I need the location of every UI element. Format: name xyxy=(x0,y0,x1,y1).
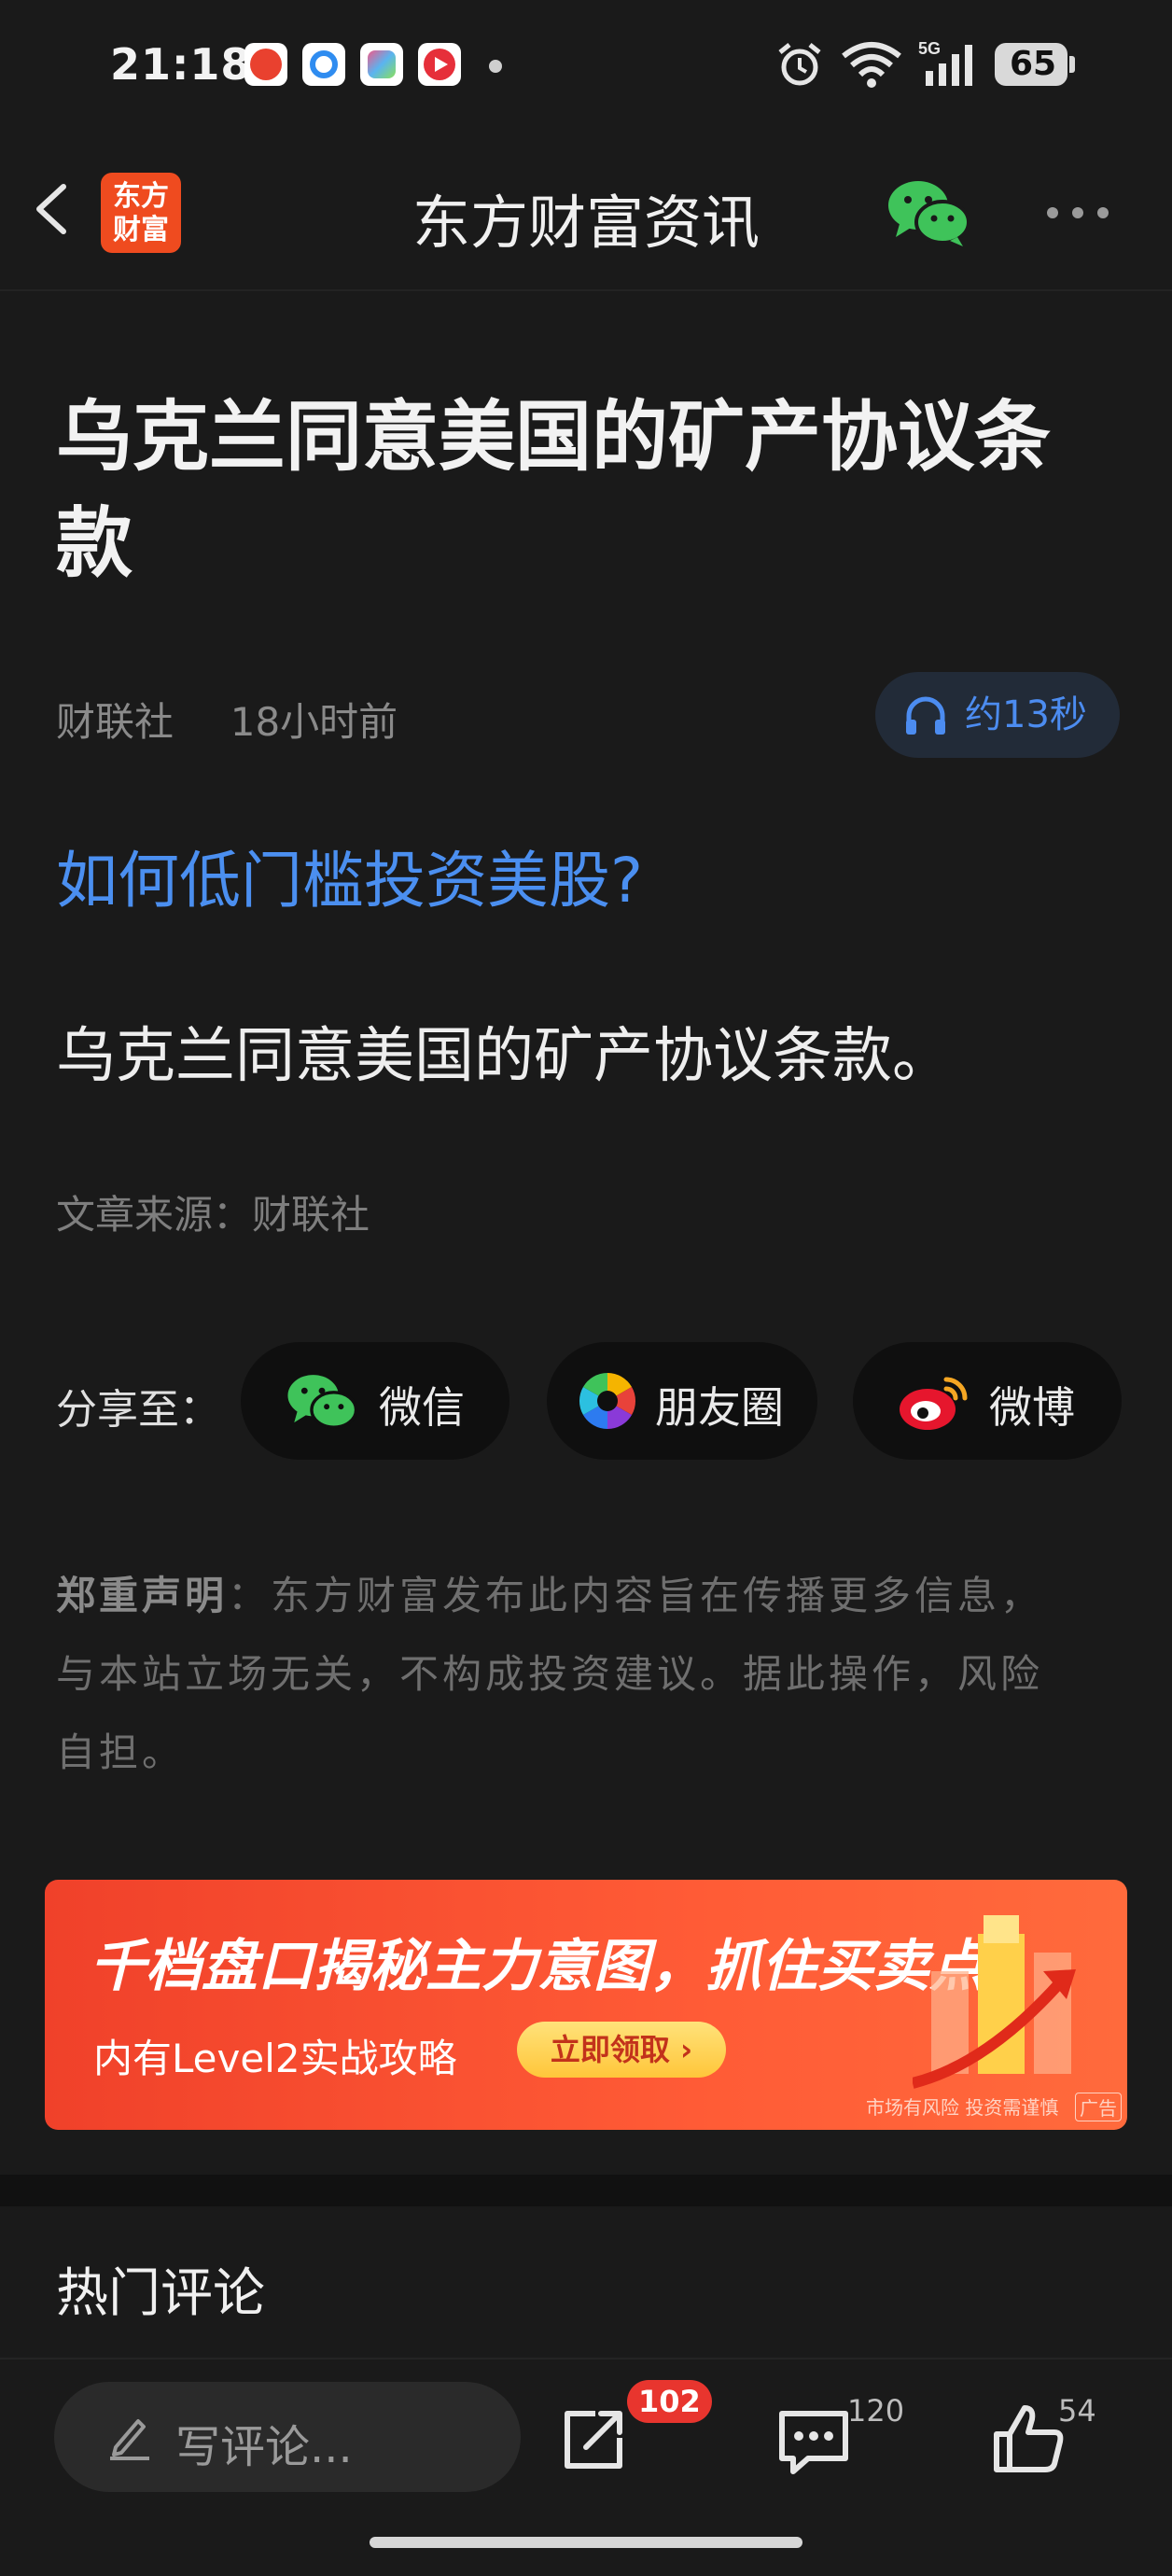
wechat-share-icon[interactable] xyxy=(886,175,970,250)
share-wechat-button[interactable]: 微信 xyxy=(241,1342,509,1460)
share-icon[interactable] xyxy=(554,2401,633,2479)
moments-icon xyxy=(579,1373,636,1429)
pencil-icon xyxy=(110,2419,149,2460)
article-source-line: 文章来源：财联社 xyxy=(56,1192,370,1238)
wifi-icon xyxy=(842,42,901,88)
wechat-icon xyxy=(287,1375,358,1429)
disclaimer-heading: 郑重声明 xyxy=(56,1573,229,1618)
page-title: 东方财富资讯 xyxy=(412,189,760,257)
like-count: 54 xyxy=(1058,2393,1096,2429)
status-time: 21:18 xyxy=(110,39,252,90)
article-source-name: 财联社 xyxy=(56,699,174,745)
banner-subtitle: 内有Level2实战攻略 xyxy=(93,2036,457,2081)
share-moments-label: 朋友圈 xyxy=(655,1382,784,1433)
comment-placeholder: 写评论... xyxy=(175,2421,353,2473)
notification-app-icon xyxy=(244,43,287,86)
battery-indicator: 65 xyxy=(995,43,1075,86)
notification-video-icon xyxy=(418,43,461,86)
comment-count: 120 xyxy=(847,2393,905,2429)
listen-duration: 约13秒 xyxy=(965,693,1087,736)
hot-comments-title: 热门评论 xyxy=(56,2263,265,2324)
weibo-icon xyxy=(900,1377,968,1430)
write-comment-input[interactable]: 写评论... xyxy=(54,2382,521,2492)
share-weibo-button[interactable]: 微博 xyxy=(853,1342,1122,1460)
listen-audio-button[interactable]: 约13秒 xyxy=(875,672,1120,758)
signal-5g-icon: 5G xyxy=(918,39,972,86)
status-bar: 21:18 5G 65 xyxy=(0,0,1172,131)
section-divider xyxy=(0,2175,1172,2206)
disclaimer: 郑重声明：东方财富发布此内容旨在传播更多信息，与本站立场无关，不构成投资建议。据… xyxy=(56,1557,1045,1792)
top-navigation-bar: 东方 财富 东方财富资讯 xyxy=(0,131,1172,291)
like-thumb-icon[interactable] xyxy=(989,2401,1067,2479)
banner-risk-note: 市场有风险 投资需谨慎 xyxy=(866,2096,1059,2119)
more-options-icon[interactable] xyxy=(1045,203,1110,222)
svg-text:5G: 5G xyxy=(918,39,941,58)
ad-tag: 广告 xyxy=(1075,2093,1122,2121)
share-moments-button[interactable]: 朋友圈 xyxy=(547,1342,817,1460)
comment-icon[interactable] xyxy=(774,2401,853,2479)
banner-title: 千档盘口揭秘主力意图，抓住买卖点 xyxy=(90,1934,985,1999)
rising-chart-illustration xyxy=(913,1915,1076,2089)
notification-browser-icon xyxy=(302,43,345,86)
bottom-action-bar: 写评论... 102 120 54 xyxy=(0,2358,1172,2524)
home-indicator[interactable] xyxy=(370,2537,802,2548)
more-notifications-dot xyxy=(489,60,502,73)
share-label: 分享至： xyxy=(56,1386,220,1434)
promo-link[interactable]: 如何低门槛投资美股? xyxy=(56,831,643,920)
article-body: 乌克兰同意美国的矿产协议条款。 xyxy=(56,1022,952,1091)
notification-gallery-icon xyxy=(360,43,403,86)
share-count-badge: 102 xyxy=(627,2380,712,2423)
share-wechat-label: 微信 xyxy=(379,1382,465,1433)
banner-claim-button[interactable]: 立即领取 › xyxy=(517,2022,726,2078)
article-meta: 财联社 18小时前 xyxy=(56,691,398,748)
article-time: 18小时前 xyxy=(230,699,398,745)
level2-ad-banner[interactable]: 千档盘口揭秘主力意图，抓住买卖点 内有Level2实战攻略 立即领取 › 市场有… xyxy=(45,1880,1127,2130)
alarm-icon xyxy=(778,43,821,86)
headphones-icon xyxy=(906,696,945,735)
share-weibo-label: 微博 xyxy=(989,1382,1075,1433)
article-title: 乌克兰同意美国的矿产协议条款 xyxy=(56,393,1052,588)
